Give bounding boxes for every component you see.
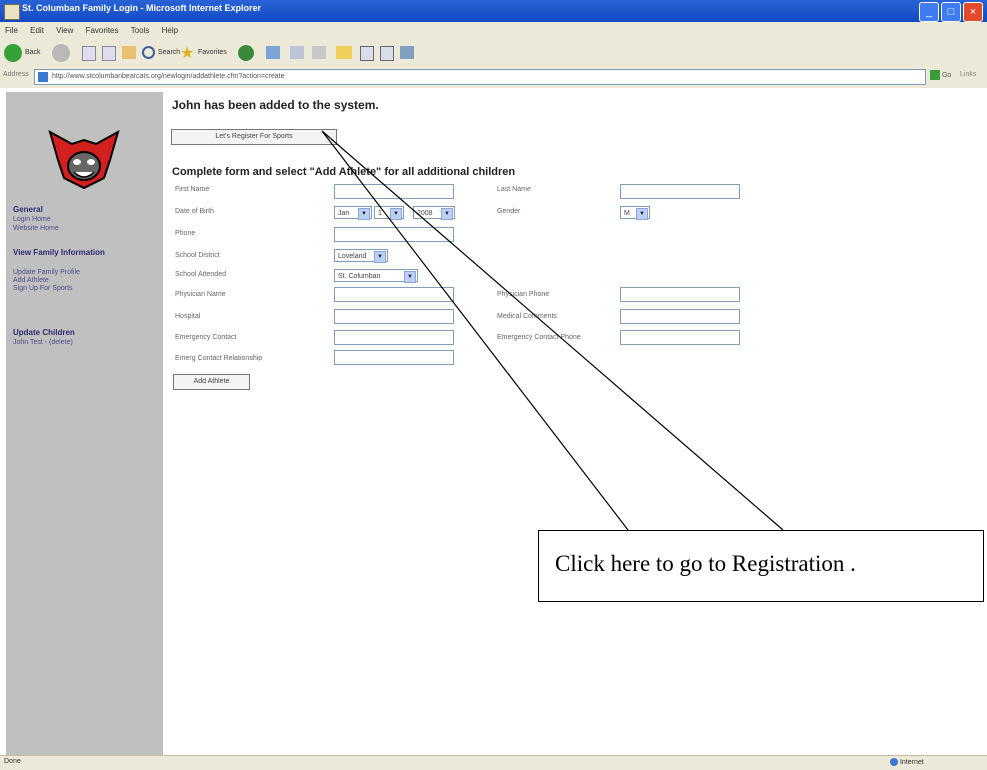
globe-icon bbox=[890, 758, 898, 766]
status-text: Done bbox=[4, 758, 21, 765]
callout-pointer-left bbox=[321, 130, 629, 531]
zone-label: Internet bbox=[899, 758, 924, 766]
security-zone: Internet bbox=[890, 758, 924, 766]
status-bar: Done Internet bbox=[0, 755, 987, 770]
callout-pointer-lines bbox=[321, 130, 784, 531]
callout-pointer-right bbox=[321, 130, 784, 531]
